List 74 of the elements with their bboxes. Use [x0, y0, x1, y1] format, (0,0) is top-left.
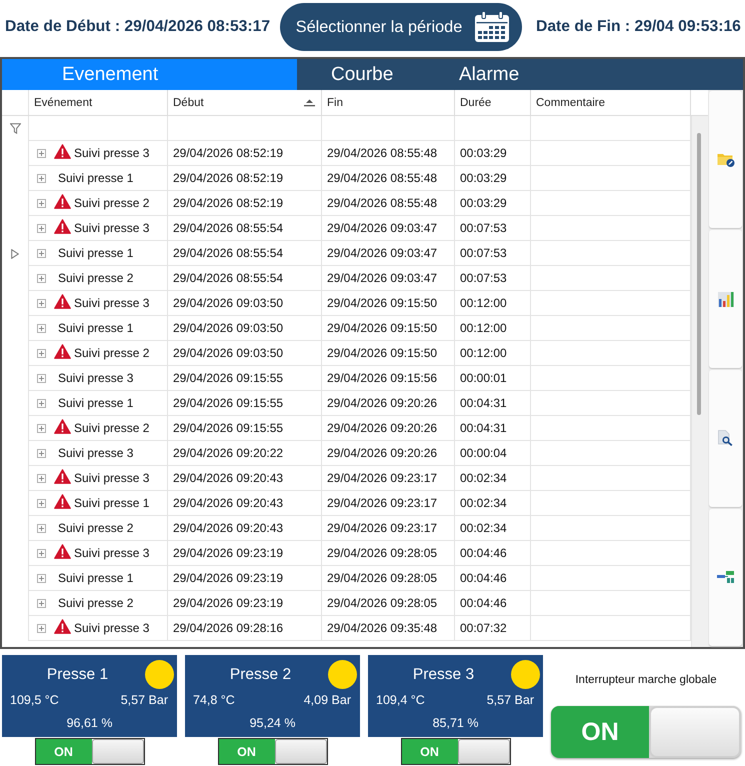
pressure-value: 5,57 Bar: [120, 693, 168, 708]
event-name: Suivi presse 1: [58, 396, 134, 410]
expand-icon[interactable]: [37, 198, 46, 208]
table-cell: 29/04/2026 09:28:16: [168, 616, 322, 641]
temperature-value: 109,5 °C: [10, 693, 59, 708]
event-name: Suivi presse 3: [58, 446, 134, 460]
event-name: Suivi presse 2: [58, 271, 134, 285]
event-name: Suivi presse 1: [74, 496, 150, 510]
event-name: Suivi presse 1: [58, 246, 134, 260]
event-name: Suivi presse 2: [74, 421, 150, 435]
event-name: Suivi presse 2: [58, 521, 134, 535]
calendar-icon: [474, 11, 510, 43]
expand-icon[interactable]: [37, 274, 46, 282]
event-name: Suivi presse 3: [74, 546, 150, 560]
table-cell: 00:07:32: [455, 616, 531, 641]
event-name: Suivi presse 2: [74, 346, 150, 360]
event-name: Suivi presse 3: [74, 146, 150, 160]
expand-icon[interactable]: [37, 598, 46, 608]
event-name: Suivi presse 1: [58, 571, 134, 585]
select-period-button[interactable]: Sélectionner la période: [280, 3, 522, 51]
table-cell: 29/04/2026 09:35:48: [322, 616, 455, 641]
event-name: Suivi presse 2: [58, 596, 134, 610]
pressure-value: 4,09 Bar: [304, 693, 351, 708]
filter-field[interactable]: [168, 116, 322, 141]
expand-icon[interactable]: [37, 248, 46, 258]
expand-icon[interactable]: [37, 448, 46, 458]
expand-icon[interactable]: [37, 324, 46, 332]
expand-icon[interactable]: [37, 298, 46, 308]
expand-icon[interactable]: [37, 224, 46, 232]
expand-icon[interactable]: [37, 474, 46, 482]
expand-icon[interactable]: [37, 548, 46, 558]
event-name: Suivi presse 3: [74, 296, 150, 310]
expand-icon[interactable]: [37, 348, 46, 358]
document-search-icon: [718, 430, 733, 446]
event-name: Suivi presse 3: [74, 621, 150, 635]
tab[interactable]: Courbe: [297, 59, 425, 90]
bar-chart-icon: [718, 290, 734, 307]
temperature-value: 109,4 °C: [376, 693, 425, 708]
expand-icon[interactable]: [37, 424, 46, 432]
expand-icon[interactable]: [37, 498, 46, 508]
press-name: Presse 1: [46, 666, 110, 684]
end-date-label: Date de Fin : 29/04 09:53:16: [536, 18, 741, 36]
global-switch-label: Interrupteur marche globale: [575, 673, 717, 687]
filter-field[interactable]: [531, 116, 691, 141]
event-name: Suivi presse 1: [58, 171, 134, 185]
filter-field[interactable]: [29, 116, 168, 141]
start-date-label: Date de Début : 29/04/2026 08:53:17: [5, 18, 272, 36]
expand-icon[interactable]: [37, 148, 46, 158]
press-name: Presse 2: [228, 666, 292, 684]
temperature-value: 74,8 °C: [193, 693, 235, 708]
block-diagram-icon: [717, 570, 734, 584]
event-name: Suivi presse 1: [58, 321, 134, 335]
expand-icon[interactable]: [37, 574, 46, 582]
expand-icon[interactable]: [37, 398, 46, 408]
filter-field[interactable]: [455, 116, 531, 141]
pressure-value: 5,57 Bar: [486, 693, 534, 708]
expand-icon[interactable]: [37, 374, 46, 382]
folder-pencil-icon: [716, 152, 734, 168]
event-name: Suivi presse 3: [74, 471, 150, 485]
scrollbar-thumb[interactable]: [697, 133, 701, 415]
expand-icon[interactable]: [37, 174, 46, 182]
tab[interactable]: Evenement: [2, 59, 297, 90]
filter-icon[interactable]: [10, 123, 20, 134]
expand-icon[interactable]: [37, 524, 46, 532]
event-name: Suivi presse 3: [58, 371, 134, 385]
press-name: Presse 3: [412, 666, 476, 684]
rate-value: 95,24 %: [250, 716, 296, 730]
event-name: Suivi presse 3: [74, 221, 150, 235]
expand-icon[interactable]: [37, 624, 46, 632]
event-name: Suivi presse 2: [74, 196, 150, 210]
rate-value: 85,71 %: [432, 716, 478, 730]
rate-value: 96,61 %: [66, 716, 112, 730]
tab[interactable]: Alarme: [425, 59, 553, 90]
filter-field[interactable]: [322, 116, 455, 141]
